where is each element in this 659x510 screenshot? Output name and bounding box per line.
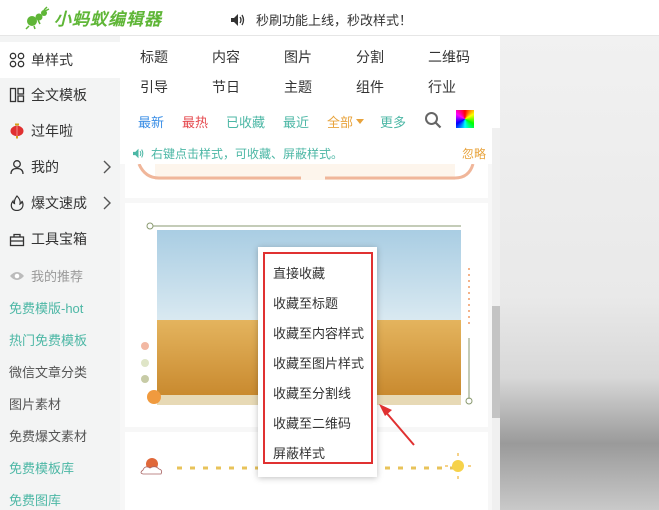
sidebar-item-label: 工具宝箱 [31, 231, 87, 247]
tab-content[interactable]: 内容 [212, 47, 240, 67]
sidebar-item-label: 单样式 [31, 52, 73, 68]
tab-theme[interactable]: 主题 [284, 77, 312, 97]
tab-guide[interactable]: 引导 [140, 77, 168, 97]
style-card-partial[interactable] [125, 164, 488, 198]
tab-title[interactable]: 标题 [140, 47, 168, 67]
sidebar-link-wechat-category[interactable]: 微信文章分类 [9, 362, 87, 381]
style-preview-border [137, 164, 475, 180]
chevron-right-icon [103, 196, 111, 210]
style-panel-scrollbar[interactable] [492, 128, 500, 510]
sidebar-item-new-year[interactable]: 过年啦 [0, 113, 120, 149]
ant-logo-icon [25, 5, 50, 30]
sidebar-link-free-viral-material[interactable]: 免费爆文素材 [9, 426, 87, 445]
menu-item-favorite-to-divider[interactable]: 收藏至分割线 [273, 383, 351, 402]
speaker-icon [231, 13, 245, 26]
chevron-right-icon [103, 160, 111, 174]
sidebar-link-free-template-library[interactable]: 免费模板库 [9, 458, 74, 477]
tab-qrcode[interactable]: 二维码 [428, 47, 470, 67]
top-header: 小蚂蚁编辑器 秒刷功能上线，秒改样式！ [0, 0, 659, 36]
sidebar-item-label: 我的 [31, 159, 59, 175]
menu-item-favorite-to-qrcode[interactable]: 收藏至二维码 [273, 413, 351, 432]
sidebar-link-image-material[interactable]: 图片素材 [9, 394, 61, 413]
menu-item-favorite-to-title[interactable]: 收藏至标题 [273, 293, 338, 312]
color-picker-icon[interactable] [456, 110, 474, 128]
menu-item-favorite-to-image[interactable]: 收藏至图片样式 [273, 353, 364, 372]
filter-recent[interactable]: 最近 [283, 112, 309, 131]
sidebar-link-free-gallery[interactable]: 免费图库 [9, 490, 61, 509]
sidebar-item-mine[interactable]: 我的 [0, 149, 120, 185]
grid-icon [9, 52, 25, 68]
app-logo[interactable]: 小蚂蚁编辑器 [24, 5, 162, 30]
sidebar-item-toolbox[interactable]: 工具宝箱 [0, 221, 120, 257]
sidebar-link-free-template-hot[interactable]: 免费模版-hot [9, 298, 83, 317]
filter-more[interactable]: 更多 [380, 112, 406, 131]
sidebar-item-viral-article[interactable]: 爆文速成 [0, 185, 120, 221]
menu-item-block-style[interactable]: 屏蔽样式 [273, 443, 325, 462]
sidebar-item-label: 过年啦 [31, 123, 73, 139]
caret-down-icon [356, 119, 365, 124]
tab-component[interactable]: 组件 [356, 77, 384, 97]
filter-favorited[interactable]: 已收藏 [226, 112, 265, 131]
eye-icon [10, 271, 24, 280]
sidebar-item-label: 全文模板 [31, 87, 87, 103]
menu-item-favorite-to-content[interactable]: 收藏至内容样式 [273, 323, 364, 342]
speaker-icon [133, 148, 144, 159]
tip-text: 右键点击样式，可收藏、屏蔽样式。 [151, 147, 344, 161]
recommend-header: 我的推荐 [9, 266, 83, 285]
filter-hottest[interactable]: 最热 [182, 112, 208, 131]
menu-item-favorite[interactable]: 直接收藏 [273, 263, 325, 282]
flame-icon [10, 195, 24, 211]
app-name: 小蚂蚁编辑器 [54, 10, 162, 29]
filter-all-dropdown[interactable]: 全部 [327, 112, 365, 131]
sidebar-item-full-template[interactable]: 全文模板 [0, 77, 120, 113]
sidebar-link-hot-free-template[interactable]: 热门免费模板 [9, 330, 87, 349]
filter-latest[interactable]: 最新 [138, 112, 164, 131]
sidebar-item-single-style[interactable]: 单样式 [0, 42, 120, 78]
user-icon [10, 160, 24, 175]
tab-divider[interactable]: 分割 [356, 47, 384, 67]
announcement-text: 秒刷功能上线，秒改样式！ [256, 13, 413, 28]
search-icon[interactable] [424, 111, 442, 129]
toolbox-icon [9, 233, 25, 247]
lantern-icon [10, 123, 24, 139]
tab-festival[interactable]: 节日 [212, 77, 240, 97]
ignore-tip-button[interactable]: 忽略 [462, 145, 486, 162]
announcement-bar: 秒刷功能上线，秒改样式！ [230, 10, 412, 29]
scrollbar-thumb[interactable] [492, 306, 500, 418]
editor-background [500, 36, 659, 510]
tip-bar: 右键点击样式，可收藏、屏蔽样式。 [132, 145, 343, 162]
tab-industry[interactable]: 行业 [428, 77, 456, 97]
sidebar-item-label: 爆文速成 [31, 195, 87, 211]
tab-image[interactable]: 图片 [284, 47, 312, 67]
template-icon [9, 87, 25, 103]
sidebar: 单样式 全文模板 过年啦 我的 爆文速成 工具宝箱 我的推荐 免费模版-hot … [0, 36, 120, 510]
category-panel: 标题 内容 图片 分割 二维码 引导 节日 主题 组件 行业 最新 最热 已收藏… [120, 36, 500, 164]
